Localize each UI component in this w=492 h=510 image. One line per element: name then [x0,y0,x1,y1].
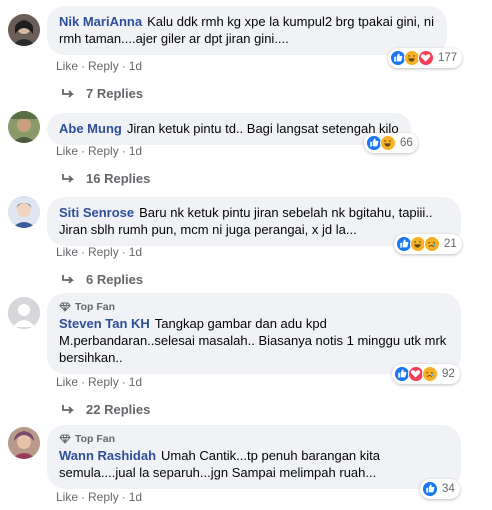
avatar[interactable] [8,111,40,143]
comment-bubble: Top Fan Steven Tan KH Tangkap gambar dan … [47,293,461,374]
comment-bubble: Top Fan Wann Rashidah Umah Cantik...tp pe… [47,425,461,489]
view-replies-button[interactable]: 22 Replies [62,402,150,417]
separator-dot: · [81,490,86,504]
reply-button[interactable]: Reply [88,375,119,389]
comment-bubble: Nik MariAnna Kalu ddk rmh kg xpe la kumpu… [47,6,447,55]
reply-button[interactable]: Reply [88,59,119,73]
reply-arrow-icon [62,274,75,284]
like-button[interactable]: Like [56,59,78,73]
replies-label: 6 Replies [86,272,144,287]
reply-button[interactable]: Reply [88,245,119,259]
haha-reaction-icon [380,135,396,151]
view-replies-button[interactable]: 7 Replies [62,86,143,101]
reaction-count: 92 [442,368,455,380]
separator-dot: · [121,375,126,389]
comment-bubble: Abe Mung Jiran ketuk pintu td.. Bagi lang… [47,113,411,145]
reply-arrow-icon [62,88,75,98]
comment-actions: Like · Reply · 1d [56,143,142,159]
replies-label: 22 Replies [86,402,151,417]
comment-time[interactable]: 1d [129,245,142,259]
comment-time[interactable]: 1d [129,375,142,389]
comment-actions: Like · Reply · 1d [56,244,142,260]
diamond-icon [59,434,71,444]
avatar[interactable] [8,297,40,329]
sad-reaction-icon [422,366,438,382]
separator-dot: · [121,245,126,259]
separator-dot: · [121,490,126,504]
like-button[interactable]: Like [56,144,78,158]
separator-dot: · [81,144,86,158]
sad-reaction-icon [424,236,440,252]
diamond-icon [59,302,71,312]
separator-dot: · [121,59,126,73]
like-button[interactable]: Like [56,375,78,389]
love-reaction-icon [418,50,434,66]
avatar[interactable] [8,427,40,459]
comment-author[interactable]: Abe Mung [59,121,122,136]
reply-button[interactable]: Reply [88,144,119,158]
reaction-summary[interactable]: 92 [392,364,460,384]
top-fan-badge: Top Fan [59,432,449,446]
avatar[interactable] [8,14,40,46]
comment-actions: Like · Reply · 1d [56,374,142,390]
top-fan-label: Top Fan [75,433,116,445]
separator-dot: · [81,59,86,73]
top-fan-badge: Top Fan [59,300,449,314]
like-button[interactable]: Like [56,245,78,259]
reaction-summary[interactable]: 177 [388,48,463,68]
view-replies-button[interactable]: 16 Replies [62,171,150,186]
reply-button[interactable]: Reply [88,490,119,504]
view-replies-button[interactable]: 6 Replies [62,272,143,287]
replies-label: 7 Replies [86,86,144,101]
comment-author[interactable]: Nik MariAnna [59,14,142,29]
reply-arrow-icon [62,173,75,183]
comment-author[interactable]: Steven Tan KH [59,316,150,331]
comment-actions: Like · Reply · 1d [56,58,142,74]
comment-time[interactable]: 1d [129,59,142,73]
like-reaction-icon [422,481,438,497]
like-button[interactable]: Like [56,490,78,504]
reaction-summary[interactable]: 34 [420,479,460,499]
separator-dot: · [81,245,86,259]
comment-actions: Like · Reply · 1d [56,489,142,505]
comment-time[interactable]: 1d [129,144,142,158]
reaction-count: 66 [400,137,413,149]
reaction-count: 177 [438,52,458,64]
separator-dot: · [121,144,126,158]
replies-label: 16 Replies [86,171,151,186]
avatar[interactable] [8,196,40,228]
reaction-count: 34 [442,483,455,495]
comment-author[interactable]: Wann Rashidah [59,448,156,463]
reaction-summary[interactable]: 21 [394,234,462,254]
comment-author[interactable]: Siti Senrose [59,205,134,220]
comment-text: Jiran ketuk pintu td.. Bagi langsat sete… [126,121,399,136]
reaction-count: 21 [444,238,457,250]
top-fan-label: Top Fan [75,301,116,313]
reaction-summary[interactable]: 66 [364,133,418,153]
reply-arrow-icon [62,404,75,414]
separator-dot: · [81,375,86,389]
comment-time[interactable]: 1d [129,490,142,504]
